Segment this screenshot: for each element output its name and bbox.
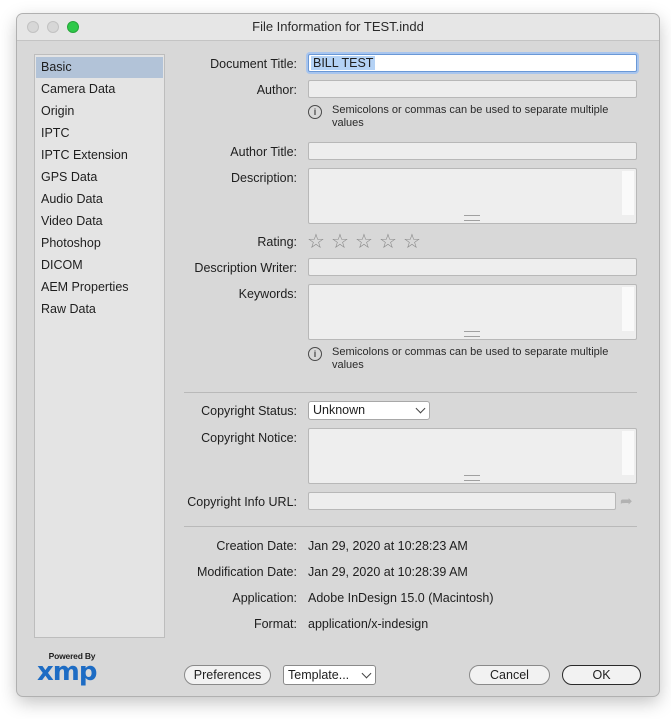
sidebar-item-video-data[interactable]: Video Data xyxy=(36,211,163,232)
description-writer-label: Description Writer: xyxy=(194,261,297,275)
sidebar-item-iptc-extension[interactable]: IPTC Extension xyxy=(36,145,163,166)
template-dropdown[interactable]: Template... xyxy=(283,665,376,685)
star-3-icon[interactable]: ☆ xyxy=(355,232,376,252)
document-title-label: Document Title: xyxy=(210,57,297,71)
file-info-window: File Information for TEST.indd Basic Cam… xyxy=(17,14,659,696)
copyright-notice-resize-grip[interactable] xyxy=(464,475,480,481)
description-textarea[interactable] xyxy=(308,168,637,224)
description-writer-field[interactable] xyxy=(308,258,637,276)
chevron-down-icon xyxy=(361,668,372,679)
xmp-logo-mark: xmp xyxy=(37,657,97,687)
xmp-logo: Powered By xmp xyxy=(37,651,107,687)
info-icon: i xyxy=(308,347,322,361)
copyright-notice-label: Copyright Notice: xyxy=(201,431,297,445)
sidebar-item-origin[interactable]: Origin xyxy=(36,101,163,122)
sidebar-item-dicom[interactable]: DICOM xyxy=(36,255,163,276)
modification-date-value: Jan 29, 2020 at 10:28:39 AM xyxy=(308,565,468,579)
copyright-status-label: Copyright Status: xyxy=(201,404,297,418)
sidebar-item-basic[interactable]: Basic xyxy=(36,57,163,78)
info-icon: i xyxy=(308,105,322,119)
copyright-notice-textarea[interactable] xyxy=(308,428,637,484)
application-label: Application: xyxy=(232,591,297,605)
category-sidebar: Basic Camera Data Origin IPTC IPTC Exten… xyxy=(34,54,165,638)
sidebar-item-aem-properties[interactable]: AEM Properties xyxy=(36,277,163,298)
keywords-scrollbar[interactable] xyxy=(622,287,634,331)
keywords-resize-grip[interactable] xyxy=(464,331,480,337)
copyright-notice-scrollbar[interactable] xyxy=(622,431,634,475)
description-label: Description: xyxy=(231,171,297,185)
document-title-field[interactable]: BILL TEST xyxy=(308,54,637,72)
ok-button[interactable]: OK xyxy=(562,665,641,685)
keywords-hint-text: Semicolons or commas can be used to sepa… xyxy=(332,346,609,371)
sidebar-item-iptc[interactable]: IPTC xyxy=(36,123,163,144)
author-title-label: Author Title: xyxy=(230,145,297,159)
rating-stars: ☆ ☆ ☆ ☆ ☆ xyxy=(307,232,427,252)
document-title-value: BILL TEST xyxy=(311,56,376,70)
sidebar-item-raw-data[interactable]: Raw Data xyxy=(36,299,163,320)
chevron-down-icon xyxy=(415,403,426,414)
author-field[interactable] xyxy=(308,80,637,98)
author-label: Author: xyxy=(256,83,297,97)
copyright-url-field[interactable] xyxy=(308,492,616,510)
keywords-textarea[interactable] xyxy=(308,284,637,340)
creation-date-value: Jan 29, 2020 at 10:28:23 AM xyxy=(308,539,468,553)
copyright-status-value: Unknown xyxy=(313,403,366,417)
sidebar-item-photoshop[interactable]: Photoshop xyxy=(36,233,163,254)
sidebar-item-camera-data[interactable]: Camera Data xyxy=(36,79,163,100)
preferences-button[interactable]: Preferences xyxy=(184,665,271,685)
author-title-field[interactable] xyxy=(308,142,637,160)
author-hint-text: Semicolons or commas can be used to sepa… xyxy=(332,104,609,129)
creation-date-label: Creation Date: xyxy=(216,539,297,553)
format-label: Format: xyxy=(253,617,297,631)
rating-label: Rating: xyxy=(257,235,297,249)
section-divider xyxy=(184,526,637,527)
format-value: application/x-indesign xyxy=(308,617,429,631)
description-scrollbar[interactable] xyxy=(622,171,634,215)
description-resize-grip[interactable] xyxy=(464,215,480,221)
cancel-button[interactable]: Cancel xyxy=(469,665,550,685)
modification-date-label: Modification Date: xyxy=(196,565,297,579)
open-url-icon[interactable]: ➦ xyxy=(620,492,633,510)
star-1-icon[interactable]: ☆ xyxy=(307,232,328,252)
copyright-url-label: Copyright Info URL: xyxy=(187,495,297,509)
star-5-icon[interactable]: ☆ xyxy=(403,232,424,252)
star-4-icon[interactable]: ☆ xyxy=(379,232,400,252)
template-dropdown-label: Template... xyxy=(288,668,350,682)
sidebar-item-audio-data[interactable]: Audio Data xyxy=(36,189,163,210)
copyright-status-select[interactable]: Unknown xyxy=(308,401,430,420)
sidebar-item-gps-data[interactable]: GPS Data xyxy=(36,167,163,188)
application-value: Adobe InDesign 15.0 (Macintosh) xyxy=(308,591,494,605)
star-2-icon[interactable]: ☆ xyxy=(331,232,352,252)
keywords-label: Keywords: xyxy=(238,287,297,301)
title-bar: File Information for TEST.indd xyxy=(17,14,659,41)
window-title: File Information for TEST.indd xyxy=(252,19,424,34)
section-divider xyxy=(184,392,637,393)
